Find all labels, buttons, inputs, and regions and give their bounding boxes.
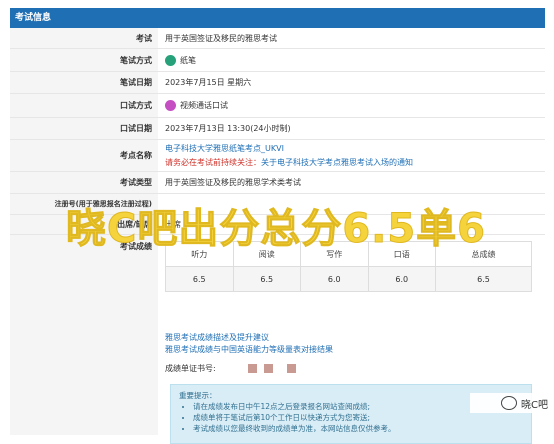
score-links: 雅思考试成绩描述及提升建议 雅思考试成绩与中国英语能力等级量表对接结果 <box>165 332 333 356</box>
row-exam-type: 考试类型 用于英国签证及移民的雅思学术类考试 <box>10 172 545 194</box>
test-center-notice: 请务必在考试前持续关注：关于电子科技大学考点雅思考试入场的通知 <box>165 157 413 168</box>
speaking-method-value: 视频通话口试 <box>180 101 228 110</box>
certificate-number: 成绩单证书号: <box>165 363 297 374</box>
redacted-block <box>263 364 273 373</box>
video-call-icon <box>165 100 176 111</box>
row-label: 口试方式 <box>10 94 158 117</box>
row-label: 考点名称 <box>10 140 158 171</box>
redacted-block <box>248 364 258 373</box>
row-label: 笔试日期 <box>10 72 158 93</box>
brand-watermark: 晓C吧 <box>470 393 548 413</box>
section-header: 考试信息 <box>10 8 545 28</box>
listening-score: 6.5 <box>165 266 234 292</box>
entry-notice-link[interactable]: 关于电子科技大学考点雅思考试入场的通知 <box>261 158 413 167</box>
row-value: 2023年7月13日 13:30(24小时制) <box>165 124 291 133</box>
speaking-score: 6.0 <box>367 266 436 292</box>
row-exam: 考试 用于英国签证及移民的雅思考试 <box>10 28 545 49</box>
redacted-block <box>287 364 297 373</box>
row-speaking-date: 口试日期 2023年7月13日 13:30(24小时制) <box>10 118 545 140</box>
score-value-row: 6.5 6.5 6.0 6.0 6.5 <box>165 266 532 292</box>
score-description-link[interactable]: 雅思考试成绩描述及提升建议 <box>165 332 333 344</box>
row-written-date: 笔试日期 2023年7月15日 星期六 <box>10 72 545 94</box>
row-label: 考试 <box>10 28 158 48</box>
row-scores: 考试成绩 听力 阅读 写作 口语 总成绩 6.5 6.5 6.0 6.0 6.5… <box>10 235 545 444</box>
row-value: 用于英国签证及移民的雅思学术类考试 <box>165 178 301 187</box>
row-value: 电子科技大学雅思纸笔考点_UKVI 请务必在考试前持续关注：关于电子科技大学考点… <box>165 140 545 171</box>
notice-item: 考试成绩以您最终收到的成绩单为准，本网站信息仅供参考。 <box>193 423 523 434</box>
overall-score: 6.5 <box>435 266 532 292</box>
row-label: 口试日期 <box>10 118 158 139</box>
pen-icon <box>165 54 176 66</box>
written-method-value: 纸笔 <box>180 55 196 65</box>
wechat-icon <box>501 396 518 410</box>
row-speaking-method: 口试方式 视频通话口试 <box>10 94 545 118</box>
writing-score: 6.0 <box>300 266 369 292</box>
notice-item: 成绩单将于笔试后第10个工作日以快递方式为您寄送; <box>193 412 523 423</box>
row-value: 2023年7月15日 星期六 <box>165 78 252 87</box>
exam-info-panel: 考试信息 考试 用于英国签证及移民的雅思考试 笔试方式 纸笔 笔试日期 2023… <box>0 0 554 444</box>
reading-score: 6.5 <box>232 266 301 292</box>
overlay-caption: 晓C吧出分总分6.5单6 <box>65 206 487 253</box>
test-center-link[interactable]: 电子科技大学雅思纸笔考点_UKVI <box>165 143 284 154</box>
row-test-center: 考点名称 电子科技大学雅思纸笔考点_UKVI 请务必在考试前持续关注：关于电子科… <box>10 140 545 172</box>
row-value: 用于英国签证及移民的雅思考试 <box>165 33 277 43</box>
row-label: 考试类型 <box>10 172 158 193</box>
certificate-label: 成绩单证书号: <box>165 364 216 373</box>
row-written-method: 笔试方式 纸笔 <box>10 49 545 72</box>
row-value: 视频通话口试 <box>165 94 545 117</box>
warn-text: 请务必在考试前持续关注： <box>165 158 261 167</box>
row-value: 纸笔 <box>165 49 545 71</box>
row-label: 笔试方式 <box>10 49 158 71</box>
cse-alignment-link[interactable]: 雅思考试成绩与中国英语能力等级量表对接结果 <box>165 344 333 356</box>
brand-name: 晓C吧 <box>521 399 548 411</box>
scores-area: 听力 阅读 写作 口语 总成绩 6.5 6.5 6.0 6.0 6.5 雅思考试… <box>10 235 545 444</box>
